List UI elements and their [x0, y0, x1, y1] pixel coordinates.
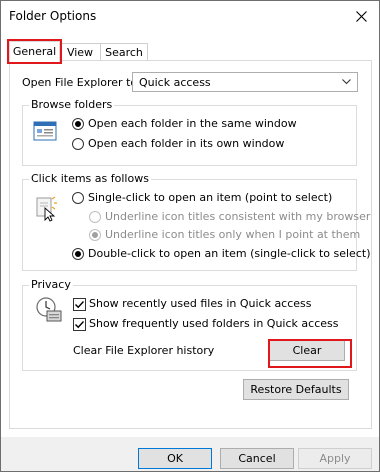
folder-options-dialog: Folder Options General View Search Open … — [0, 0, 380, 472]
clear-button[interactable]: Clear — [269, 340, 345, 361]
underline-point-label: Underline icon titles only when I point … — [105, 228, 361, 241]
same-window-label[interactable]: Open each folder in the same window — [88, 117, 297, 130]
checkmark-icon — [75, 301, 85, 309]
ok-button[interactable]: OK — [138, 448, 212, 469]
own-window-radio[interactable] — [72, 138, 84, 150]
open-file-explorer-dropdown[interactable]: Quick access — [132, 72, 358, 92]
browse-folders-title: Browse folders — [29, 98, 115, 111]
title-bar[interactable]: Folder Options — [1, 1, 379, 32]
window-title: Folder Options — [9, 9, 97, 23]
tab-general[interactable]: General — [9, 41, 60, 62]
close-button[interactable] — [345, 1, 379, 32]
close-icon — [356, 11, 367, 22]
open-file-explorer-value: Quick access — [139, 76, 211, 89]
cancel-button[interactable]: Cancel — [220, 448, 294, 469]
folder-window-icon — [33, 121, 57, 141]
privacy-group: Privacy Show recently used files in Quic… — [22, 278, 357, 371]
privacy-title: Privacy — [29, 278, 73, 291]
frequent-folders-checkbox[interactable] — [73, 318, 86, 331]
apply-button: Apply — [298, 448, 372, 469]
tab-search[interactable]: Search — [100, 43, 148, 61]
tab-strip: General View Search — [1, 41, 379, 62]
own-window-label[interactable]: Open each folder in its own window — [88, 137, 284, 150]
single-click-radio[interactable] — [72, 192, 84, 204]
click-items-title: Click items as follows — [29, 172, 151, 185]
recent-files-checkbox[interactable] — [73, 298, 86, 311]
same-window-radio[interactable] — [72, 118, 84, 130]
click-items-group: Click items as follows Single-click to o… — [22, 172, 370, 271]
single-click-label[interactable]: Single-click to open an item (point to s… — [88, 191, 332, 204]
dialog-footer: OK Cancel Apply — [1, 437, 379, 471]
frequent-folders-label[interactable]: Show frequently used folders in Quick ac… — [89, 317, 338, 330]
checkmark-icon — [75, 321, 85, 329]
tab-view[interactable]: View — [59, 43, 101, 61]
clear-history-label: Clear File Explorer history — [73, 344, 215, 357]
underline-consistent-label: Underline icon titles consistent with my… — [105, 210, 371, 223]
open-file-explorer-label: Open File Explorer to: — [22, 76, 141, 89]
chevron-down-icon — [342, 79, 351, 85]
underline-point-radio — [89, 229, 101, 241]
cursor-click-icon — [36, 196, 57, 222]
privacy-clock-icon — [36, 297, 62, 322]
double-click-radio[interactable] — [72, 248, 84, 260]
recent-files-label[interactable]: Show recently used files in Quick access — [89, 297, 312, 310]
browse-folders-group: Browse folders Open each folder in the s… — [22, 98, 357, 166]
double-click-label[interactable]: Double-click to open an item (single-cli… — [88, 247, 370, 260]
restore-defaults-button[interactable]: Restore Defaults — [243, 379, 349, 400]
underline-consistent-radio — [89, 211, 101, 223]
general-tab-panel: Open File Explorer to: Quick access Brow… — [9, 60, 372, 429]
